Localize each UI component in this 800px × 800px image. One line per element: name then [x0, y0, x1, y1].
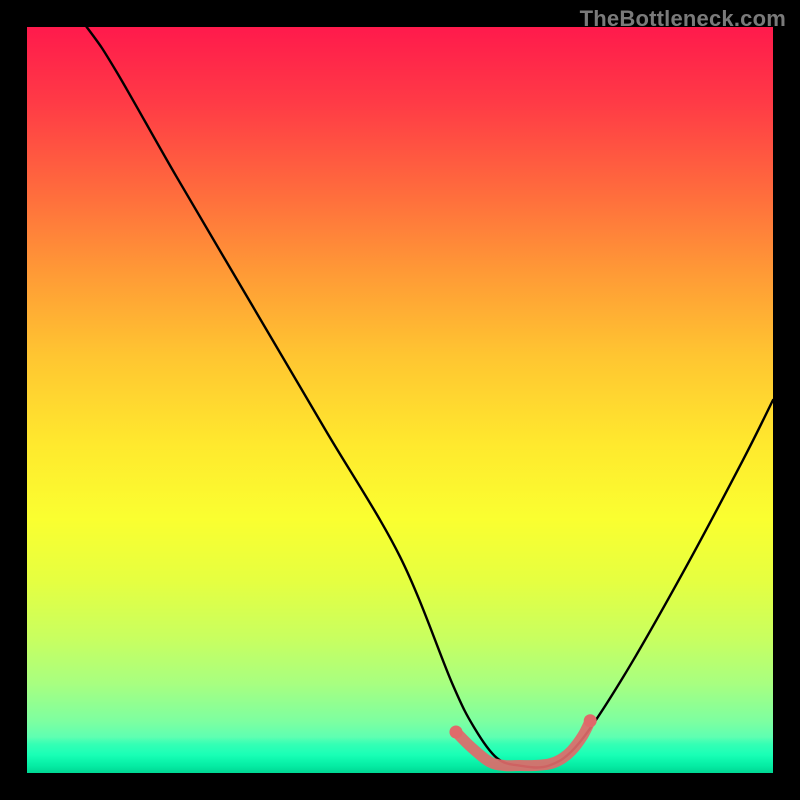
plot-area — [27, 27, 773, 773]
chart-stage: TheBottleneck.com — [0, 0, 800, 800]
flat-region-markers — [449, 714, 596, 738]
bottleneck-curve — [27, 0, 773, 768]
flat-region-highlight — [456, 721, 590, 766]
flat-region-dot — [584, 714, 597, 727]
curve-layer — [27, 27, 773, 773]
flat-region-dot — [449, 725, 462, 738]
